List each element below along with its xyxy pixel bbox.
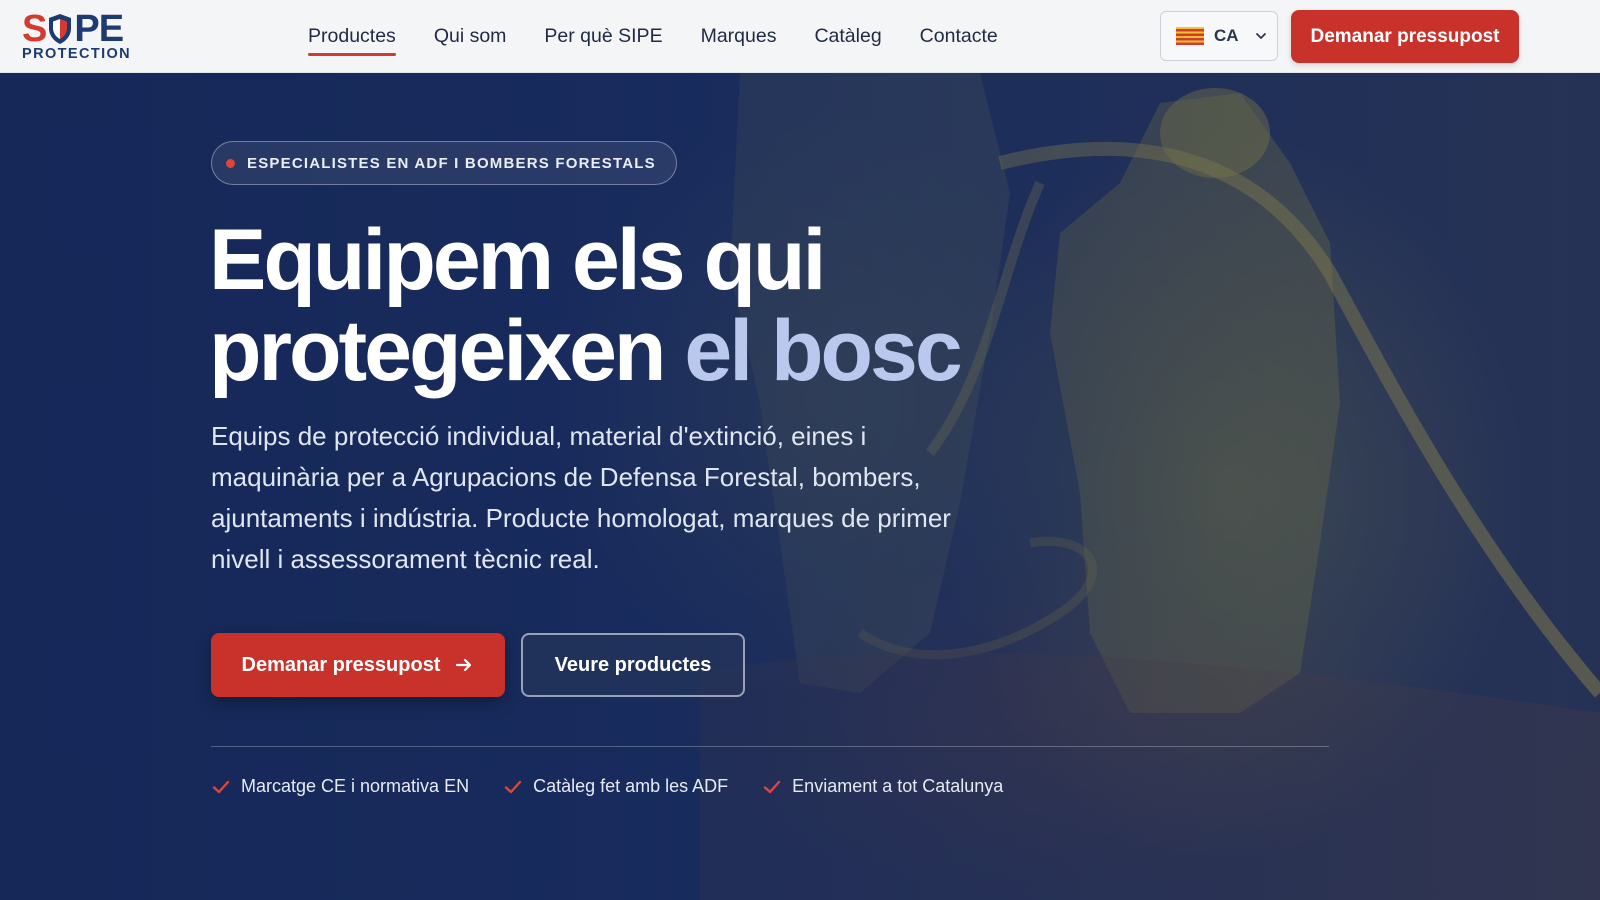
- hero-quote-button[interactable]: Demanar pressupost: [211, 633, 505, 697]
- hero-quote-button-label: Demanar pressupost: [241, 653, 441, 676]
- logo-subtitle: PROTECTION: [22, 46, 132, 62]
- hero-section: ESPECIALISTES EN ADF I BOMBERS FORESTALS…: [0, 73, 1600, 900]
- language-code: CA: [1214, 26, 1239, 45]
- nav-item-cataleg[interactable]: Catàleg: [814, 19, 881, 54]
- nav-item-qui-som[interactable]: Qui som: [434, 19, 507, 54]
- logo-letter-p: P: [74, 8, 99, 50]
- arrow-right-icon: [456, 658, 472, 672]
- logo-wordmark: S P E: [22, 8, 152, 50]
- chevron-down-icon: [1255, 33, 1266, 39]
- headline-line-1: Equipem els qui: [209, 212, 826, 308]
- hero-lead-text: Equips de protecció individual, material…: [211, 421, 951, 574]
- main-nav: Productes Qui som Per què SIPE Marques C…: [308, 0, 998, 73]
- check-icon: [212, 780, 230, 793]
- hero-badge: ESPECIALISTES EN ADF I BOMBERS FORESTALS: [211, 141, 677, 185]
- shield-icon: [49, 14, 72, 44]
- nav-item-marques[interactable]: Marques: [701, 19, 777, 54]
- headline-line-2-accent: el bosc: [684, 303, 962, 399]
- check-icon: [763, 780, 781, 793]
- hero-divider: [211, 746, 1329, 747]
- feature-label: Enviament a tot Catalunya: [792, 776, 1004, 796]
- feature-item: Catàleg fet amb les ADF: [503, 776, 728, 797]
- nav-item-productes[interactable]: Productes: [308, 19, 396, 56]
- nav-item-per-que-sipe[interactable]: Per què SIPE: [544, 19, 662, 54]
- feature-label: Marcatge CE i normativa EN: [241, 776, 470, 796]
- logo-letter-e: E: [98, 8, 124, 50]
- red-dot-icon: [226, 158, 235, 168]
- headline-line-2-main: protegeixen: [209, 303, 666, 399]
- nav-item-contacte[interactable]: Contacte: [920, 19, 998, 54]
- header-quote-button[interactable]: Demanar pressupost: [1291, 10, 1519, 63]
- view-products-button[interactable]: Veure productes: [521, 633, 745, 697]
- check-icon: [504, 780, 522, 793]
- badge-text: ESPECIALISTES EN ADF I BOMBERS FORESTALS: [247, 154, 656, 172]
- feature-list: Marcatge CE i normativa EN Catàleg fet a…: [211, 776, 1003, 797]
- catalonia-flag-icon: [1176, 27, 1204, 45]
- logo-letter-s: S: [22, 8, 47, 50]
- site-header: S P E PROTECTION Productes Qui som Per q…: [0, 0, 1600, 73]
- feature-item: Marcatge CE i normativa EN: [211, 776, 469, 797]
- hero-headline: Equipem els qui protegeixen el bosc: [209, 215, 1109, 397]
- feature-label: Catàleg fet amb les ADF: [533, 776, 729, 796]
- language-selector[interactable]: CA: [1160, 11, 1278, 61]
- feature-item: Enviament a tot Catalunya: [762, 776, 1003, 797]
- sipe-logo[interactable]: S P E PROTECTION: [22, 8, 152, 62]
